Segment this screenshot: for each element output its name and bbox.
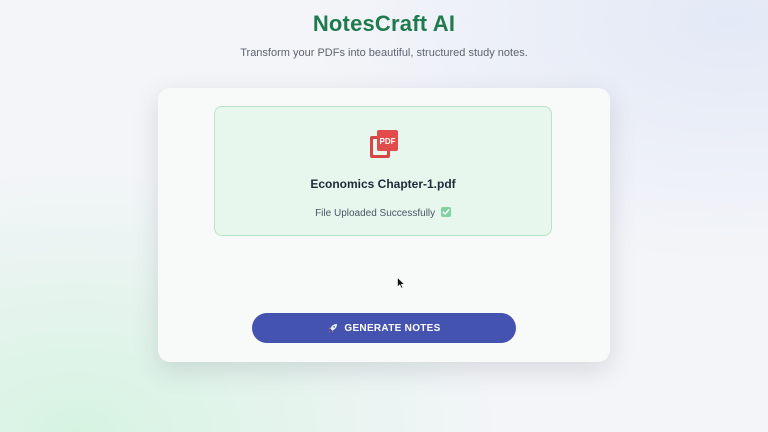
app-title: NotesCraft AI: [312, 11, 456, 36]
mouse-cursor-icon: [397, 277, 405, 289]
check-mark-icon: [440, 207, 451, 217]
app-subtitle: Transform your PDFs into beautiful, stru…: [240, 47, 528, 59]
upload-dropzone[interactable]: PDF Economics Chapter-1.pdf File Uploade…: [214, 106, 552, 236]
pdf-icon-label: PDF: [380, 137, 396, 146]
uploaded-file-name: Economics Chapter-1.pdf: [310, 177, 456, 191]
generate-notes-label: GENERATE NOTES: [344, 322, 441, 334]
upload-status: File Uploaded Successfully: [215, 207, 551, 219]
rocket-icon: [328, 323, 338, 333]
upload-card: PDF Economics Chapter-1.pdf File Uploade…: [158, 88, 610, 362]
pdf-file-icon: PDF: [370, 130, 398, 158]
upload-status-text: File Uploaded Successfully: [315, 208, 436, 219]
generate-notes-button[interactable]: GENERATE NOTES: [252, 313, 516, 343]
